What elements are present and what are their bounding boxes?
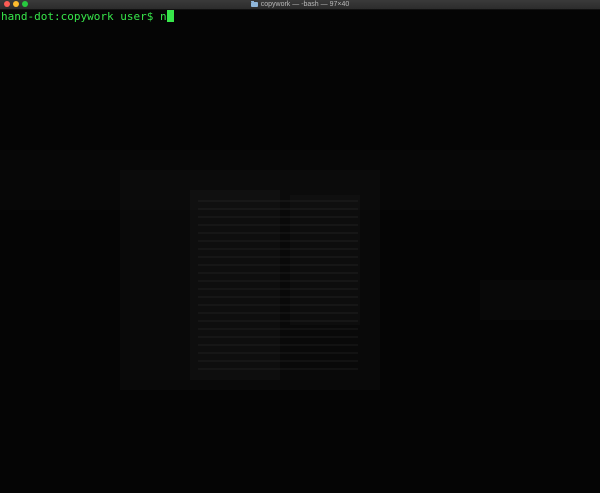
window-title-text: copywork — -bash — 97×40 <box>260 1 350 8</box>
terminal-content[interactable]: hand-dot:copywork user$ n <box>0 10 600 493</box>
folder-icon <box>250 1 258 7</box>
background-reflection <box>198 200 358 370</box>
terminal-window: copywork — -bash — 97×40 hand-dot:copywo… <box>0 0 600 493</box>
window-title: copywork — -bash — 97×40 <box>0 0 600 9</box>
background-reflection <box>480 280 600 320</box>
title-bar[interactable]: copywork — -bash — 97×40 <box>0 0 600 10</box>
text-cursor <box>166 10 174 22</box>
shell-prompt: hand-dot:copywork user$ <box>1 10 160 23</box>
command-input[interactable]: n <box>160 10 167 23</box>
command-line[interactable]: hand-dot:copywork user$ n <box>1 10 174 23</box>
